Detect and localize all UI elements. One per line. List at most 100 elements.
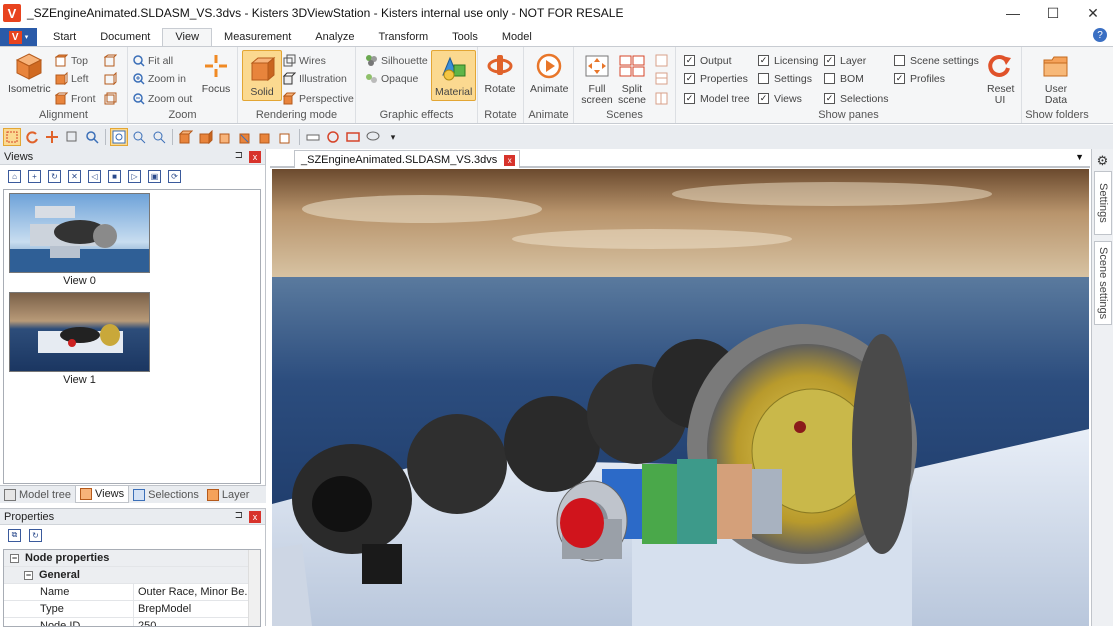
scene-layout-1-button[interactable] bbox=[654, 52, 668, 69]
pin-icon[interactable]: ⊐ bbox=[235, 510, 243, 521]
tab-start[interactable]: Start bbox=[41, 29, 88, 46]
checkbox-scene-settings[interactable]: Scene settings bbox=[894, 52, 979, 69]
toolbar-overflow-button[interactable]: ▾ bbox=[384, 128, 402, 146]
pan-tool-button[interactable] bbox=[43, 128, 61, 146]
copy-properties-icon[interactable]: ⧉ bbox=[8, 528, 21, 542]
maximize-button[interactable]: ☐ bbox=[1033, 0, 1073, 26]
app-menu-button[interactable]: V ▾ bbox=[0, 28, 37, 46]
silhouette-button[interactable]: Silhouette bbox=[364, 52, 428, 69]
checkbox-selections[interactable]: ✓ Selections bbox=[824, 90, 888, 107]
rotate-tool-button[interactable] bbox=[23, 128, 41, 146]
update-view-icon[interactable]: ↻ bbox=[48, 169, 61, 183]
collapse-icon[interactable]: − bbox=[10, 553, 19, 563]
checkbox-bom[interactable]: BOM bbox=[824, 70, 864, 87]
document-list-dropdown[interactable]: ▼ bbox=[1075, 152, 1084, 162]
fit-all-button[interactable]: Fit all bbox=[131, 52, 173, 69]
view-left-tool-button[interactable] bbox=[257, 128, 275, 146]
tab-scene-settings-vertical[interactable]: Scene settings bbox=[1094, 241, 1112, 325]
view-back-button[interactable] bbox=[103, 90, 117, 107]
3d-viewport[interactable] bbox=[272, 169, 1089, 626]
tab-settings-vertical[interactable]: Settings bbox=[1094, 171, 1112, 235]
image-view-icon[interactable]: ▣ bbox=[148, 169, 161, 183]
close-icon[interactable]: x bbox=[249, 511, 261, 523]
refresh-tool-button[interactable] bbox=[324, 128, 342, 146]
previous-view-icon[interactable]: ◁ bbox=[88, 169, 101, 183]
close-icon[interactable]: x bbox=[249, 151, 261, 163]
tab-view[interactable]: View bbox=[162, 28, 213, 46]
collapse-icon[interactable]: − bbox=[24, 570, 33, 580]
section-node-properties[interactable]: − Node properties bbox=[4, 550, 260, 567]
view-right-button[interactable] bbox=[103, 70, 117, 87]
zoom-tool-button[interactable] bbox=[83, 128, 101, 146]
view-top-button[interactable]: Top bbox=[54, 52, 88, 69]
perspective-button[interactable]: Perspective bbox=[282, 90, 354, 107]
zoom-box-button[interactable] bbox=[63, 128, 81, 146]
tab-transform[interactable]: Transform bbox=[366, 29, 440, 46]
fit-tool-button[interactable] bbox=[110, 128, 128, 146]
tab-layer[interactable]: Layer bbox=[203, 486, 254, 503]
split-scene-button[interactable]: Split scene bbox=[616, 50, 648, 106]
zoom-out-button[interactable]: Zoom out bbox=[131, 90, 192, 107]
checkbox-model-tree[interactable]: ✓ Model tree bbox=[684, 90, 750, 107]
tab-views[interactable]: Views bbox=[74, 486, 130, 503]
tab-model[interactable]: Model bbox=[490, 29, 544, 46]
lasso-tool-button[interactable] bbox=[364, 128, 382, 146]
help-icon[interactable]: ? bbox=[1093, 28, 1107, 42]
wires-button[interactable]: Wires bbox=[282, 52, 326, 69]
measure-tool-button[interactable] bbox=[304, 128, 322, 146]
material-button[interactable]: Material bbox=[431, 50, 477, 101]
tab-measurement[interactable]: Measurement bbox=[212, 29, 303, 46]
rotate-button[interactable]: Rotate bbox=[484, 50, 516, 95]
view-front-tool-button[interactable] bbox=[177, 128, 195, 146]
pin-icon[interactable]: ⊐ bbox=[235, 150, 243, 161]
user-data-button[interactable]: User Data bbox=[1040, 50, 1072, 106]
properties-scrollbar[interactable] bbox=[248, 550, 260, 626]
view-thumbnail-1[interactable] bbox=[9, 292, 150, 372]
zoom-in-button[interactable]: Zoom in bbox=[131, 70, 186, 87]
home-view-icon[interactable]: ⌂ bbox=[8, 169, 21, 183]
focus-button[interactable]: Focus bbox=[200, 50, 232, 95]
view-back-tool-button[interactable] bbox=[197, 128, 215, 146]
minimize-button[interactable]: — bbox=[993, 0, 1033, 26]
opaque-button[interactable]: Opaque bbox=[364, 70, 418, 87]
full-screen-button[interactable]: Full screen bbox=[580, 50, 614, 106]
view-bottom-tool-button[interactable] bbox=[237, 128, 255, 146]
view-thumbnail-0[interactable] bbox=[9, 193, 150, 273]
tab-model-tree[interactable]: Model tree bbox=[0, 486, 75, 503]
delete-view-icon[interactable]: ✕ bbox=[68, 169, 81, 183]
section-general[interactable]: − General bbox=[4, 567, 260, 584]
stop-icon[interactable]: ■ bbox=[108, 169, 121, 183]
checkbox-settings[interactable]: Settings bbox=[758, 70, 812, 87]
reset-ui-button[interactable]: Reset UI bbox=[984, 50, 1016, 106]
tab-document[interactable]: Document bbox=[88, 29, 162, 46]
tab-selections[interactable]: Selections bbox=[129, 486, 203, 503]
view-front-button[interactable]: Front bbox=[54, 90, 96, 107]
view-right-tool-button[interactable] bbox=[277, 128, 295, 146]
checkbox-views[interactable]: ✓ Views bbox=[758, 90, 802, 107]
refresh-properties-icon[interactable]: ↻ bbox=[29, 528, 42, 542]
rectangle-tool-button[interactable] bbox=[344, 128, 362, 146]
solid-button[interactable]: Solid bbox=[242, 50, 282, 101]
zoom-in-tool-button[interactable] bbox=[130, 128, 148, 146]
checkbox-licensing[interactable]: ✓ Licensing bbox=[758, 52, 818, 69]
illustration-button[interactable]: Illustration bbox=[282, 70, 347, 87]
select-tool-button[interactable] bbox=[3, 128, 21, 146]
scene-layout-3-button[interactable] bbox=[654, 90, 668, 107]
checkbox-properties[interactable]: ✓ Properties bbox=[684, 70, 748, 87]
checkbox-profiles[interactable]: ✓ Profiles bbox=[894, 70, 945, 87]
tab-tools[interactable]: Tools bbox=[440, 29, 490, 46]
property-row[interactable]: Type BrepModel bbox=[4, 600, 260, 618]
document-tab[interactable]: _SZEngineAnimated.SLDASM_VS.3dvs x bbox=[294, 150, 521, 168]
close-button[interactable]: ✕ bbox=[1073, 0, 1113, 26]
checkbox-output[interactable]: ✓ Output bbox=[684, 52, 732, 69]
view-top-tool-button[interactable] bbox=[217, 128, 235, 146]
next-view-icon[interactable]: ▷ bbox=[128, 169, 141, 183]
tab-analyze[interactable]: Analyze bbox=[303, 29, 366, 46]
view-left-button[interactable]: Left bbox=[54, 70, 89, 87]
isometric-button[interactable]: Isometric bbox=[8, 50, 51, 95]
sync-view-icon[interactable]: ⟳ bbox=[168, 169, 181, 183]
zoom-out-tool-button[interactable] bbox=[150, 128, 168, 146]
close-icon[interactable]: x bbox=[504, 155, 516, 166]
animate-button[interactable]: Animate bbox=[530, 50, 569, 95]
scene-layout-2-button[interactable] bbox=[654, 70, 668, 87]
